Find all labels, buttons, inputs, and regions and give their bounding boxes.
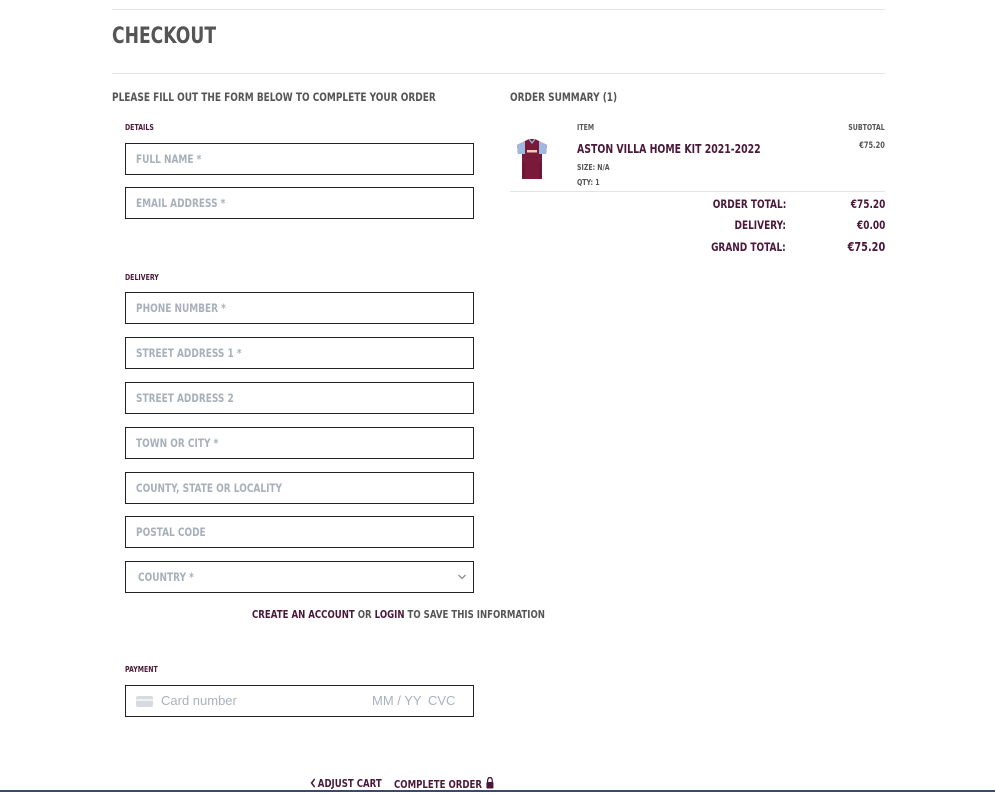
order-total-label: ORDER TOTAL: [712,197,786,211]
full-name-placeholder: FULL NAME * [136,152,202,166]
product-name: ASTON VILLA HOME KIT 2021-2022 [577,142,761,156]
product-qty: QTY: 1 [577,178,600,187]
account-prompt: CREATE AN ACCOUNT OR LOGIN TO SAVE THIS … [252,608,545,621]
postal-code-field[interactable]: POSTAL CODE [125,516,474,548]
street-address-1-placeholder: STREET ADDRESS 1 * [136,346,242,360]
complete-order-button[interactable]: COMPLETE ORDER [394,776,494,791]
card-input[interactable]: Card number MM / YY CVC [125,685,474,717]
account-prompt-suffix: TO SAVE THIS INFORMATION [404,608,545,621]
summary-divider [510,191,885,192]
full-name-field[interactable]: FULL NAME * [125,143,474,175]
card-number-placeholder: Card number [161,693,237,708]
town-city-field[interactable]: TOWN OR CITY * [125,427,474,459]
street-address-2-field[interactable]: STREET ADDRESS 2 [125,382,474,414]
login-link[interactable]: LOGIN [375,608,405,621]
grand-total-value: €75.20 [847,239,885,254]
lock-icon [486,776,494,789]
create-account-link[interactable]: CREATE AN ACCOUNT [252,608,355,621]
card-cvc-placeholder: CVC [428,693,456,708]
page-title: CHECKOUT [112,24,217,49]
top-divider [112,9,885,10]
title-divider [112,73,885,74]
item-column-header: ITEM [577,123,595,132]
phone-field[interactable]: PHONE NUMBER * [125,292,474,324]
delivery-section-label: DELIVERY [125,273,159,282]
postal-code-placeholder: POSTAL CODE [136,525,206,539]
street-address-2-placeholder: STREET ADDRESS 2 [136,391,234,405]
jersey-image [517,138,547,179]
adjust-cart-button[interactable]: ADJUST CART [310,777,382,790]
adjust-cart-label: ADJUST CART [317,777,382,790]
phone-placeholder: PHONE NUMBER * [136,301,226,315]
bottom-border [0,790,995,792]
email-field[interactable]: EMAIL ADDRESS * [125,187,474,219]
product-subtotal: €75.20 [859,141,885,151]
county-placeholder: COUNTY, STATE OR LOCALITY [136,481,283,495]
payment-section-label: PAYMENT [125,665,158,674]
country-select[interactable]: COUNTRY * [125,561,474,593]
country-select-value: COUNTRY * [138,570,194,584]
account-prompt-or: OR [354,608,375,621]
credit-card-icon [136,696,153,707]
delivery-label: DELIVERY: [734,218,786,232]
details-section-label: DETAILS [125,123,154,132]
chevron-down-icon [458,574,466,580]
grand-total-label: GRAND TOTAL: [711,240,786,254]
form-intro: PLEASE FILL OUT THE FORM BELOW TO COMPLE… [112,90,436,104]
product-size: SIZE: N/A [577,163,610,172]
email-placeholder: EMAIL ADDRESS * [136,196,226,210]
order-total-value: €75.20 [850,197,885,211]
town-city-placeholder: TOWN OR CITY * [136,436,219,450]
county-field[interactable]: COUNTY, STATE OR LOCALITY [125,472,474,504]
subtotal-column-header: SUBTOTAL [848,123,885,132]
card-expiry-placeholder: MM / YY [372,693,422,708]
order-summary-title: ORDER SUMMARY (1) [510,90,618,104]
street-address-1-field[interactable]: STREET ADDRESS 1 * [125,337,474,369]
delivery-value: €0.00 [856,218,885,232]
chevron-left-icon [310,778,316,788]
